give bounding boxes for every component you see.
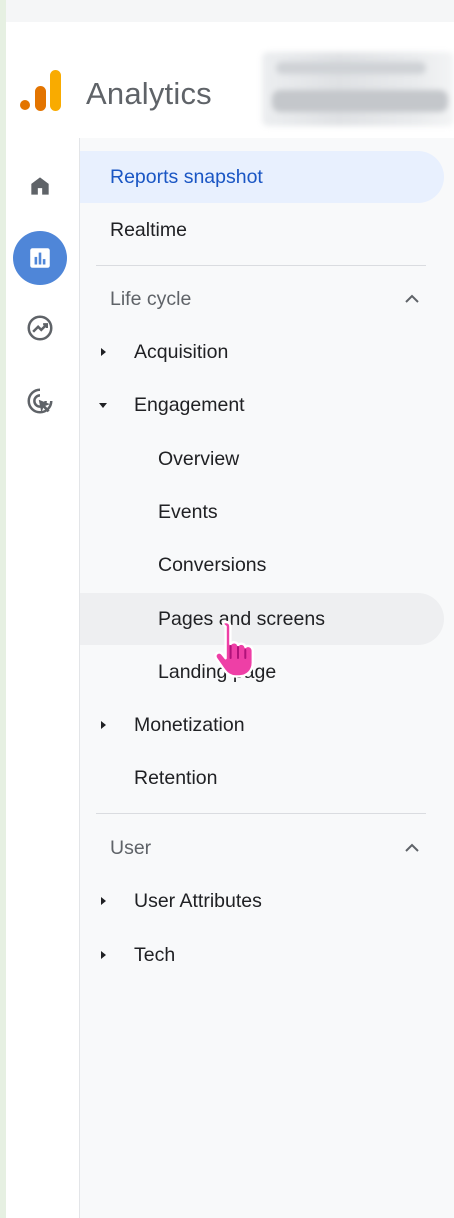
nav-realtime[interactable]: Realtime xyxy=(80,204,444,256)
nav-engagement[interactable]: Engagement xyxy=(80,379,444,431)
hand-pointer-cursor-icon xyxy=(214,620,254,678)
nav-retention[interactable]: Retention xyxy=(80,752,444,804)
account-selector[interactable] xyxy=(262,52,454,126)
chevron-up-icon[interactable] xyxy=(402,289,422,309)
section-user[interactable]: User xyxy=(80,822,444,874)
report-navigation: Reports snapshot Realtime Life cycle Acq… xyxy=(80,138,454,1218)
analytics-logo-icon[interactable] xyxy=(18,70,64,112)
nav-engagement-overview[interactable]: Overview xyxy=(80,433,444,485)
divider xyxy=(96,813,426,814)
caret-right-icon xyxy=(101,348,106,356)
bar-chart-icon[interactable] xyxy=(13,231,67,285)
home-icon[interactable] xyxy=(20,166,60,206)
nav-engagement-pages-and-screens[interactable]: Pages and screens xyxy=(80,593,444,645)
caret-right-icon xyxy=(101,721,106,729)
caret-down-icon xyxy=(99,403,107,408)
top-app-bar: Analytics xyxy=(6,0,454,138)
explore-trend-icon[interactable] xyxy=(20,308,60,348)
nav-user-attributes[interactable]: User Attributes xyxy=(80,875,444,927)
nav-monetization[interactable]: Monetization xyxy=(80,699,444,751)
nav-reports-snapshot[interactable]: Reports snapshot xyxy=(80,151,444,203)
chevron-up-icon[interactable] xyxy=(402,838,422,858)
caret-right-icon xyxy=(101,897,106,905)
nav-engagement-conversions[interactable]: Conversions xyxy=(80,539,444,591)
divider xyxy=(96,265,426,266)
ads-target-icon[interactable] xyxy=(20,381,60,421)
app-title: Analytics xyxy=(86,76,212,111)
nav-tech[interactable]: Tech xyxy=(80,929,444,981)
nav-acquisition[interactable]: Acquisition xyxy=(80,326,444,378)
nav-engagement-landing-page[interactable]: Landing page xyxy=(80,646,444,698)
caret-right-icon xyxy=(101,951,106,959)
left-rail xyxy=(6,138,80,1218)
nav-engagement-events[interactable]: Events xyxy=(80,486,444,538)
section-life-cycle[interactable]: Life cycle xyxy=(80,273,444,325)
